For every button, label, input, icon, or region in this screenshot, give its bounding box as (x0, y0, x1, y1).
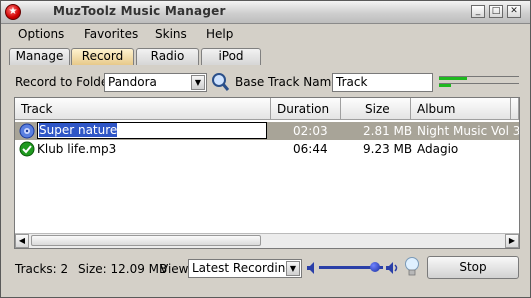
track-name-selected-text: Super nature (39, 123, 118, 137)
scrollbar-thumb[interactable] (31, 235, 261, 246)
volume-slider[interactable] (319, 260, 383, 274)
tab-bar: Manage Record Radio iPod (1, 45, 530, 65)
horizontal-scrollbar[interactable]: ◀ ▶ (15, 233, 519, 248)
minimize-button[interactable]: _ (471, 5, 485, 18)
track-count: Tracks: 2 (15, 262, 69, 276)
level-meter (439, 74, 519, 90)
track-name-edit-field[interactable]: Super nature (37, 122, 267, 139)
browse-folder-icon[interactable] (210, 72, 230, 92)
maximize-button[interactable]: □ (489, 5, 503, 18)
column-header-size[interactable]: Size (341, 98, 411, 120)
view-select-value: Latest Recordings (192, 261, 300, 275)
record-folder-value: Pandora (108, 75, 157, 89)
scroll-left-icon[interactable]: ◀ (15, 234, 29, 248)
lightbulb-icon[interactable] (403, 256, 421, 278)
table-row[interactable]: Klub life.mp3 06:44 9.23 MB Adagio (15, 140, 519, 158)
menu-favorites[interactable]: Favorites (84, 27, 138, 41)
app-window: ★ MuzToolz Music Manager _ □ ✕ Options F… (0, 0, 531, 298)
base-track-input[interactable]: Track (332, 73, 433, 92)
menu-skins[interactable]: Skins (155, 27, 187, 41)
column-header-track[interactable]: Track (15, 98, 271, 120)
menu-options[interactable]: Options (18, 27, 64, 41)
title-bar[interactable]: ★ MuzToolz Music Manager _ □ ✕ (1, 1, 530, 24)
column-header-album[interactable]: Album (411, 98, 511, 120)
stop-button[interactable]: Stop (427, 256, 519, 279)
track-size: 2.81 MB (363, 124, 413, 138)
tab-record[interactable]: Record (71, 48, 134, 65)
check-icon (19, 141, 35, 157)
speaker-high-icon[interactable] (385, 261, 401, 275)
menu-help[interactable]: Help (206, 27, 233, 41)
record-folder-label: Record to Folder: (15, 75, 118, 89)
speaker-low-icon[interactable] (306, 261, 318, 275)
view-select[interactable]: Latest Recordings ▼ (188, 259, 302, 278)
recording-disc-icon (19, 123, 35, 139)
track-list[interactable]: Track Duration Size Album Super nature 0… (14, 97, 520, 249)
total-size: Size: 12.09 MB (78, 262, 168, 276)
status-bar: Tracks: 2 Size: 12.09 MB View: Latest Re… (1, 253, 530, 297)
column-header-duration[interactable]: Duration (271, 98, 341, 120)
chevron-down-icon[interactable]: ▼ (191, 75, 205, 90)
tab-manage[interactable]: Manage (9, 48, 70, 65)
track-duration: 06:44 (293, 142, 328, 156)
chevron-down-icon[interactable]: ▼ (286, 261, 300, 276)
base-track-label: Base Track Name: (235, 75, 343, 89)
menu-bar: Options Favorites Skins Help (1, 24, 530, 44)
tab-radio[interactable]: Radio (136, 48, 199, 65)
window-title: MuzToolz Music Manager (53, 4, 226, 18)
track-name: Klub life.mp3 (37, 142, 117, 156)
tab-ipod[interactable]: iPod (201, 48, 261, 65)
track-album: Adagio (417, 142, 459, 156)
record-folder-select[interactable]: Pandora ▼ (104, 73, 207, 92)
close-button[interactable]: ✕ (507, 5, 521, 18)
column-header-filler (511, 98, 519, 120)
track-duration: 02:03 (293, 124, 328, 138)
table-row[interactable]: Super nature 02:03 2.81 MB Night Music V… (15, 122, 519, 140)
scroll-right-icon[interactable]: ▶ (505, 234, 519, 248)
track-album: Night Music Vol 3 (417, 124, 520, 138)
track-size: 9.23 MB (363, 142, 413, 156)
app-star-icon[interactable]: ★ (5, 4, 21, 20)
volume-slider-knob[interactable] (370, 262, 381, 272)
